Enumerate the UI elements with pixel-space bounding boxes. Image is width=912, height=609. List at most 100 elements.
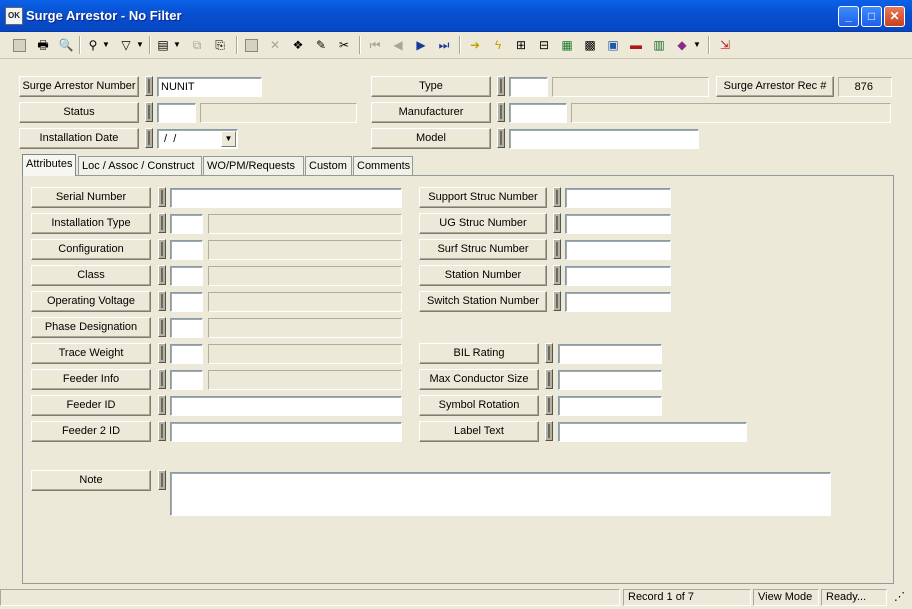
maximize-button[interactable]: □ xyxy=(861,6,882,27)
report-dropdown-icon[interactable]: ▼ xyxy=(172,36,182,54)
ug-struc-number-grip[interactable] xyxy=(553,213,561,233)
app-icon[interactable]: OK xyxy=(5,7,23,25)
last-record-icon[interactable]: ⏭ xyxy=(435,36,453,54)
type-grip[interactable] xyxy=(497,76,505,96)
operating-voltage-grip[interactable] xyxy=(158,291,166,311)
surf-struc-number-button[interactable]: Surf Struc Number xyxy=(419,239,547,260)
goto-arrow-icon[interactable]: ➜ xyxy=(466,36,484,54)
book-dropdown-icon[interactable]: ▼ xyxy=(692,36,702,54)
serial-number-field[interactable] xyxy=(170,188,402,208)
symbol-rotation-button[interactable]: Symbol Rotation xyxy=(419,395,539,416)
book-icon[interactable]: ◆ xyxy=(673,36,691,54)
class-grip[interactable] xyxy=(158,265,166,285)
layers-icon[interactable]: ❖ xyxy=(289,36,307,54)
trace-weight-button[interactable]: Trace Weight xyxy=(31,343,151,364)
trace-weight-grip[interactable] xyxy=(158,343,166,363)
map-view-icon[interactable]: ▦ xyxy=(558,36,576,54)
trace-weight-code-field[interactable] xyxy=(170,344,203,364)
exit-icon[interactable]: ⇲ xyxy=(716,36,734,54)
status-code-field[interactable] xyxy=(157,103,196,123)
model-field[interactable] xyxy=(509,129,699,149)
hierarchy-icon[interactable]: ⊟ xyxy=(535,36,553,54)
switch-station-number-button[interactable]: Switch Station Number xyxy=(419,291,547,312)
feeder-info-button[interactable]: Feeder Info xyxy=(31,369,151,390)
manufacturer-button[interactable]: Manufacturer xyxy=(371,102,491,123)
previous-record-icon[interactable]: ◀ xyxy=(389,36,407,54)
bil-rating-button[interactable]: BIL Rating xyxy=(419,343,539,364)
print-icon[interactable]: 🖶 xyxy=(34,36,52,54)
feeder-2-id-button[interactable]: Feeder 2 ID xyxy=(31,421,151,442)
note-textarea[interactable] xyxy=(170,472,831,516)
symbol-rotation-grip[interactable] xyxy=(545,395,553,415)
note-grip[interactable] xyxy=(158,470,166,490)
feeder-info-grip[interactable] xyxy=(158,369,166,389)
operating-voltage-button[interactable]: Operating Voltage xyxy=(31,291,151,312)
ug-struc-number-button[interactable]: UG Struc Number xyxy=(419,213,547,234)
manufacturer-code-field[interactable] xyxy=(509,103,567,123)
bil-rating-grip[interactable] xyxy=(545,343,553,363)
surge-arrestor-number-grip[interactable] xyxy=(145,76,153,96)
feeder-2-id-field[interactable] xyxy=(170,422,402,442)
map-select-icon[interactable]: ⊞ xyxy=(512,36,530,54)
tab-attributes[interactable]: Attributes xyxy=(22,154,76,176)
class-code-field[interactable] xyxy=(170,266,203,286)
configuration-code-field[interactable] xyxy=(170,240,203,260)
installation-date-field[interactable]: / / ▼ xyxy=(157,129,238,149)
configuration-button[interactable]: Configuration xyxy=(31,239,151,260)
lightning-icon[interactable]: ϟ xyxy=(489,36,507,54)
calculator-icon[interactable]: ▩ xyxy=(581,36,599,54)
filter-dropdown-icon[interactable]: ▼ xyxy=(135,36,145,54)
note-button[interactable]: Note xyxy=(31,470,151,491)
serial-number-button[interactable]: Serial Number xyxy=(31,187,151,208)
label-text-field[interactable] xyxy=(558,422,747,442)
edit-pencil-icon[interactable]: ✎ xyxy=(312,36,330,54)
phase-designation-grip[interactable] xyxy=(158,317,166,337)
feeder-2-id-grip[interactable] xyxy=(158,421,166,441)
binoculars-icon[interactable]: ⚲ xyxy=(84,36,102,54)
manufacturer-grip[interactable] xyxy=(497,102,505,122)
type-code-field[interactable] xyxy=(509,77,548,97)
surge-arrestor-number-button[interactable]: Surge Arrestor Number xyxy=(19,76,139,97)
model-button[interactable]: Model xyxy=(371,128,491,149)
delete-icon[interactable]: ✕ xyxy=(266,36,284,54)
max-conductor-size-field[interactable] xyxy=(558,370,662,390)
model-grip[interactable] xyxy=(497,128,505,148)
title-bar[interactable]: OK Surge Arrestor - No Filter _ □ ✕ xyxy=(0,0,912,32)
serial-number-grip[interactable] xyxy=(158,187,166,207)
label-text-button[interactable]: Label Text xyxy=(419,421,539,442)
status-grip[interactable] xyxy=(145,102,153,122)
station-number-button[interactable]: Station Number xyxy=(419,265,547,286)
attachments-icon[interactable]: ⎘ xyxy=(211,36,229,54)
surf-struc-number-grip[interactable] xyxy=(553,239,561,259)
next-record-icon[interactable]: ▶ xyxy=(412,36,430,54)
switch-station-number-field[interactable] xyxy=(565,292,671,312)
surge-arrestor-rec-button[interactable]: Surge Arrestor Rec # xyxy=(716,76,834,97)
operating-voltage-code-field[interactable] xyxy=(170,292,203,312)
support-struc-number-grip[interactable] xyxy=(553,187,561,207)
tab-loc-assoc-construct[interactable]: Loc / Assoc / Construct xyxy=(78,156,202,176)
configuration-grip[interactable] xyxy=(158,239,166,259)
installation-type-grip[interactable] xyxy=(158,213,166,233)
installation-type-code-field[interactable] xyxy=(170,214,203,234)
max-conductor-size-grip[interactable] xyxy=(545,369,553,389)
resize-grip-icon[interactable]: ⋰ xyxy=(889,589,909,606)
installation-type-button[interactable]: Installation Type xyxy=(31,213,151,234)
surf-struc-number-field[interactable] xyxy=(565,240,671,260)
label-text-grip[interactable] xyxy=(545,421,553,441)
truck-icon[interactable]: ▬ xyxy=(627,36,645,54)
tab-comments[interactable]: Comments xyxy=(353,156,413,176)
type-button[interactable]: Type xyxy=(371,76,491,97)
surge-arrestor-number-field[interactable]: NUNIT xyxy=(157,77,262,97)
close-button[interactable]: ✕ xyxy=(884,6,905,27)
map-layer-icon[interactable]: ▣ xyxy=(604,36,622,54)
switch-station-number-grip[interactable] xyxy=(553,291,561,311)
max-conductor-size-button[interactable]: Max Conductor Size xyxy=(419,369,539,390)
installation-date-button[interactable]: Installation Date xyxy=(19,128,139,149)
first-record-icon[interactable]: ⏮ xyxy=(366,36,384,54)
station-number-grip[interactable] xyxy=(553,265,561,285)
support-struc-number-button[interactable]: Support Struc Number xyxy=(419,187,547,208)
spreadsheet-icon[interactable]: ▥ xyxy=(650,36,668,54)
report-icon[interactable]: ▤ xyxy=(154,36,172,54)
class-button[interactable]: Class xyxy=(31,265,151,286)
phase-designation-button[interactable]: Phase Designation xyxy=(31,317,151,338)
